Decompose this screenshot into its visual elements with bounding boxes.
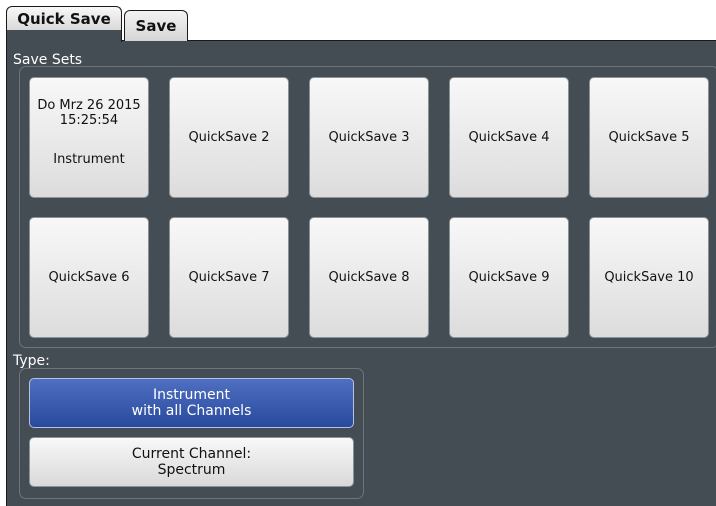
quicksave-3-button[interactable]: QuickSave 3 [309, 77, 429, 198]
tab-quick-save[interactable]: Quick Save [6, 6, 122, 30]
instrument-all-channels-line1: Instrument [152, 387, 231, 403]
quicksave-4-button[interactable]: QuickSave 4 [449, 77, 569, 198]
current-channel-line2: Spectrum [157, 462, 226, 478]
tab-save[interactable]: Save [124, 10, 188, 41]
current-channel-line1: Current Channel: [131, 446, 252, 462]
quicksave-10-button[interactable]: QuickSave 10 [589, 217, 709, 338]
quicksave-8-button[interactable]: QuickSave 8 [309, 217, 429, 338]
quicksave-6-button[interactable]: QuickSave 6 [29, 217, 149, 338]
quicksave-1-time: 15:25:54 [59, 113, 119, 128]
quicksave-1-date: Do Mrz 26 2015 [37, 98, 141, 113]
type-label: Type: [13, 353, 50, 369]
tab-quick-save-connector [6, 28, 122, 42]
tab-save-label: Save [135, 17, 177, 35]
instrument-all-channels-line2: with all Channels [131, 403, 252, 419]
quicksave-7-button[interactable]: QuickSave 7 [169, 217, 289, 338]
current-channel-button[interactable]: Current Channel: Spectrum [29, 437, 354, 487]
quicksave-9-button[interactable]: QuickSave 9 [449, 217, 569, 338]
quicksave-5-button[interactable]: QuickSave 5 [589, 77, 709, 198]
tab-quick-save-label: Quick Save [17, 9, 111, 28]
quick-save-panel: Save Sets Do Mrz 26 2015 15:25:54 Instru… [6, 40, 716, 506]
quicksave-1-button[interactable]: Do Mrz 26 2015 15:25:54 Instrument [29, 77, 149, 198]
quicksave-1-type: Instrument [53, 152, 125, 167]
quicksave-2-button[interactable]: QuickSave 2 [169, 77, 289, 198]
instrument-all-channels-button[interactable]: Instrument with all Channels [29, 378, 354, 428]
